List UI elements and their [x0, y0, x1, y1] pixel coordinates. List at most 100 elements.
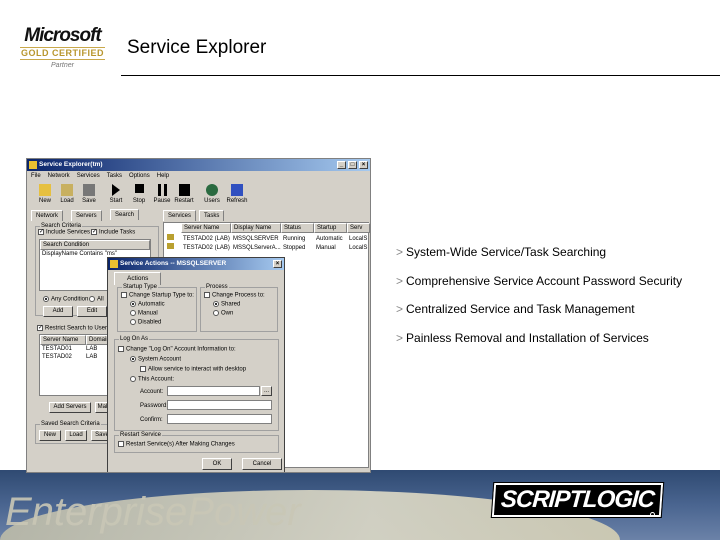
- shared-radio[interactable]: Shared: [213, 301, 240, 308]
- bullet-item: > Comprehensive Service Account Password …: [396, 274, 683, 288]
- table-row[interactable]: TESTAD01 LAB: [42, 346, 97, 352]
- table-row[interactable]: TESTAD02 (LAB) MSSQLSERVER Running Automati…: [167, 234, 367, 242]
- process-group: Process Change Process to: Shared Own: [200, 284, 278, 332]
- service-icon: [167, 243, 174, 249]
- edit-button[interactable]: Edit: [77, 306, 107, 317]
- table-row[interactable]: TESTAD02 LAB: [42, 354, 97, 360]
- add-button[interactable]: Add: [43, 306, 73, 317]
- registered-mark: [650, 512, 655, 517]
- pause-button[interactable]: Pause: [151, 184, 173, 204]
- own-radio[interactable]: Own: [213, 310, 233, 317]
- menu-network[interactable]: Network: [48, 173, 70, 179]
- restart-button[interactable]: Restart: [173, 184, 195, 204]
- menu-tasks[interactable]: Tasks: [107, 173, 122, 179]
- account-input[interactable]: [167, 386, 260, 396]
- table-row[interactable]: TESTAD02 (LAB) MSSQLServerA... Stopped Manu…: [167, 243, 367, 251]
- allow-interact-checkbox[interactable]: Allow service to interact with desktop: [140, 366, 246, 373]
- dialog-close-button[interactable]: ×: [273, 260, 282, 268]
- disabled-radio[interactable]: Disabled: [130, 319, 161, 326]
- menu-file[interactable]: File: [31, 173, 41, 179]
- new-button[interactable]: New: [34, 184, 56, 204]
- users-icon: [206, 184, 218, 196]
- add-servers-button[interactable]: Add Servers: [49, 402, 91, 413]
- all-radio[interactable]: All: [89, 296, 104, 303]
- column-header[interactable]: Startup: [314, 223, 347, 233]
- column-header[interactable]: Server Name: [40, 335, 86, 345]
- column-header[interactable]: Serv: [347, 223, 370, 233]
- service-actions-dialog: Service Actions -- MSSQLSERVER × Actions…: [107, 257, 285, 472]
- saved-new-button[interactable]: New: [39, 430, 61, 441]
- restart-checkbox[interactable]: Restart Service(s) After Making Changes: [118, 441, 235, 448]
- app-titlebar: Service Explorer(tm) _ □ ×: [27, 159, 370, 171]
- password-label: Password:: [140, 403, 169, 409]
- system-account-radio[interactable]: System Account: [130, 356, 181, 363]
- search-condition-header[interactable]: Search Condition: [40, 240, 150, 250]
- logo-brand: Microsoft: [24, 25, 102, 46]
- start-button[interactable]: Start: [105, 184, 127, 204]
- column-header[interactable]: Display Name: [231, 223, 281, 233]
- app-icon: [29, 161, 37, 169]
- column-header[interactable]: Status: [281, 223, 314, 233]
- microsoft-gold-partner-logo: Microsoft GOLD CERTIFIED Partner: [20, 25, 105, 69]
- tab-network[interactable]: Network: [31, 210, 64, 221]
- close-button[interactable]: ×: [359, 161, 368, 169]
- users-button[interactable]: Users: [201, 184, 223, 204]
- automatic-radio[interactable]: Automatic: [130, 301, 165, 308]
- pause-icon: [157, 184, 167, 196]
- include-tasks-checkbox[interactable]: Include Tasks: [91, 228, 135, 236]
- log-on-as-group: Log On As Change "Log On" Account Inform…: [114, 336, 279, 431]
- stop-button[interactable]: Stop: [128, 184, 150, 204]
- stop-icon: [134, 184, 144, 193]
- list-item[interactable]: DisplayName Contains "ms": [42, 251, 117, 257]
- password-input[interactable]: [167, 400, 272, 410]
- scriptlogic-logo: SCRIPTLOGIC: [490, 482, 665, 518]
- this-account-radio[interactable]: This Account:: [130, 376, 174, 383]
- any-condition-radio[interactable]: Any Condition: [43, 296, 88, 303]
- maximize-button[interactable]: □: [348, 161, 357, 169]
- minimize-button[interactable]: _: [337, 161, 346, 169]
- load-button[interactable]: Load: [56, 184, 78, 204]
- logo-level: GOLD CERTIFIED: [20, 47, 105, 60]
- startup-type-group: Startup Type Change Startup Type to: Aut…: [117, 284, 197, 332]
- load-icon: [61, 184, 73, 196]
- bullet-item: > Painless Removal and Installation of Se…: [396, 331, 649, 345]
- title-divider: [121, 75, 720, 76]
- menu-help[interactable]: Help: [157, 173, 169, 179]
- play-icon: [112, 184, 120, 196]
- change-logon-checkbox[interactable]: Change "Log On" Account Information to:: [118, 346, 236, 353]
- tab-search[interactable]: Search: [110, 209, 140, 220]
- browse-account-button[interactable]: ...: [261, 386, 272, 396]
- confirm-label: Confirm:: [140, 417, 163, 423]
- account-label: Account:: [140, 389, 164, 395]
- app-screenshot: Service Explorer(tm) _ □ × File Network Se…: [26, 158, 371, 473]
- manual-radio[interactable]: Manual: [130, 310, 158, 317]
- refresh-button[interactable]: Refresh: [226, 184, 248, 204]
- cancel-button[interactable]: Cancel: [242, 458, 282, 470]
- new-icon: [39, 184, 51, 196]
- saved-load-button[interactable]: Load: [65, 430, 87, 441]
- restart-service-group: Restart Service Restart Service(s) After…: [114, 432, 279, 453]
- bullet-item: > Centralized Service and Task Management: [396, 302, 635, 316]
- confirm-input[interactable]: [167, 414, 272, 424]
- save-button[interactable]: Save: [78, 184, 100, 204]
- refresh-icon: [231, 184, 243, 196]
- ok-button[interactable]: OK: [202, 458, 232, 470]
- dialog-titlebar: Service Actions -- MSSQLSERVER ×: [108, 258, 284, 270]
- menu-services[interactable]: Services: [77, 173, 100, 179]
- include-services-checkbox[interactable]: Include Services: [38, 228, 90, 236]
- tab-tasks[interactable]: Tasks: [199, 210, 225, 221]
- column-header[interactable]: Server Name: [181, 223, 231, 233]
- change-startup-checkbox[interactable]: Change Startup Type to:: [121, 292, 194, 299]
- restrict-search-checkbox[interactable]: Restrict Search to Userd: [37, 324, 110, 332]
- restart-icon: [178, 184, 190, 196]
- tab-services[interactable]: Services: [163, 210, 197, 221]
- bullet-item: > System-Wide Service/Task Searching: [396, 245, 607, 259]
- footer-watermark: EnterprisePower: [5, 490, 301, 534]
- logo-tier: Partner: [51, 62, 74, 69]
- change-process-checkbox[interactable]: Change Process to:: [204, 292, 265, 299]
- menu-options[interactable]: Options: [129, 173, 150, 179]
- save-icon: [83, 184, 95, 196]
- slide-title: Service Explorer: [127, 37, 267, 58]
- dialog-icon: [110, 260, 118, 268]
- tab-servers[interactable]: Servers: [71, 210, 102, 221]
